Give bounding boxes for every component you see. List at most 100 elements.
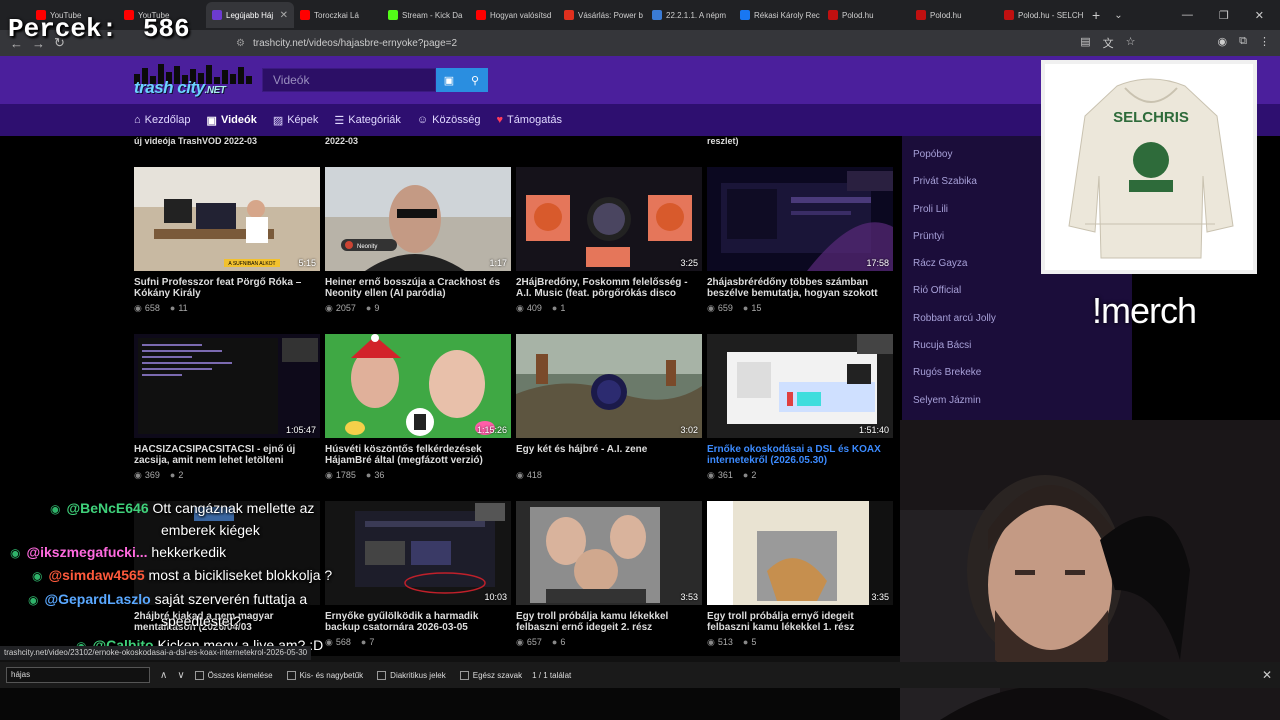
sidebar-item[interactable]: Rácz Gayza: [913, 257, 996, 284]
video-card[interactable]: 3:53 Egy troll próbálja kamu lékekkel fel…: [516, 501, 702, 648]
video-thumbnail[interactable]: 17:58: [707, 167, 893, 271]
video-title[interactable]: Ernyőke gyűlölködik a harmadik backup cs…: [325, 611, 511, 633]
eye-icon: ◉: [134, 303, 142, 313]
browser-tab[interactable]: Hogyan valósítsd: [470, 2, 558, 28]
nav-item[interactable]: ♥ Támogatás: [496, 114, 562, 126]
nav-item[interactable]: ⌂ Kezdőlap: [134, 114, 191, 126]
maximize-icon[interactable]: ❐: [1219, 9, 1229, 22]
video-thumbnail[interactable]: 3:53: [516, 501, 702, 605]
sidebar-item[interactable]: Proli Lili: [913, 203, 996, 230]
video-card[interactable]: 1:15:26 Húsvéti köszöntős felkérdezések H…: [325, 334, 511, 481]
video-thumbnail[interactable]: 10:03: [325, 501, 511, 605]
find-option[interactable]: Kis- és nagybetűk: [286, 670, 363, 680]
video-thumbnail[interactable]: 1:05:47: [134, 334, 320, 438]
nav-item[interactable]: ▨ Képek: [273, 114, 319, 127]
nav-item[interactable]: ☰ Kategóriák: [334, 114, 400, 127]
find-option[interactable]: Diakritikus jelek: [377, 670, 446, 680]
video-thumbnail[interactable]: 3:35: [707, 501, 893, 605]
video-card[interactable]: 17:58 2hájasbrérédőny többes számban besz…: [707, 167, 893, 314]
video-title[interactable]: Egy troll próbálja kamu lékekkel felbasz…: [516, 611, 702, 633]
video-card-partial[interactable]: reszlet): [707, 136, 893, 146]
video-card[interactable]: 3:02 Egy két és hájbré - A.I. zene ◉ 418: [516, 334, 702, 481]
video-title[interactable]: Sufni Professzor feat Pörgő Róka – Kókán…: [134, 277, 320, 299]
sidebar-item[interactable]: Rugós Brekeke: [913, 366, 996, 393]
close-window-icon[interactable]: ✕: [1255, 9, 1264, 22]
checkbox[interactable]: [459, 670, 469, 680]
tab-search-icon[interactable]: ⌄: [1114, 10, 1122, 21]
counter-label: Percek:: [8, 14, 118, 44]
new-tab-icon[interactable]: +: [1092, 7, 1100, 23]
video-thumbnail[interactable]: 3:25: [516, 167, 702, 271]
find-close-icon[interactable]: ✕: [1262, 668, 1272, 682]
video-title[interactable]: Egy két és hájbré - A.I. zene: [516, 444, 702, 466]
checkbox[interactable]: [377, 670, 387, 680]
sidebar-item[interactable]: Privát Szabika: [913, 175, 996, 202]
bookmark-star-icon[interactable]: ☆: [1126, 35, 1136, 51]
nav-item[interactable]: ☺ Közösség: [417, 114, 481, 126]
video-thumbnail[interactable]: 3:02: [516, 334, 702, 438]
video-title[interactable]: Húsvéti köszöntős felkérdezések HájamBré…: [325, 444, 511, 466]
video-title[interactable]: 2hájasbrérédőny többes számban beszélve …: [707, 277, 893, 299]
site-info-icon[interactable]: ⚙: [236, 38, 245, 49]
video-card[interactable]: 1:05:47 HACSIZACSIPACSITACSI - ejnő új za…: [134, 334, 320, 481]
video-thumbnail[interactable]: A SUFNIBAN ALKOT 5:15: [134, 167, 320, 271]
translate-icon[interactable]: 文: [1103, 35, 1114, 51]
video-title[interactable]: 2HájBredőny, Foskomm felelősség - A.I. M…: [516, 277, 702, 299]
menu-icon[interactable]: ⋮: [1259, 35, 1270, 51]
find-option[interactable]: Egész szavak: [459, 670, 522, 680]
video-card[interactable]: 10:03 Ernyőke gyűlölködik a harmadik back…: [325, 501, 511, 648]
url-field[interactable]: ⚙ trashcity.net/videos/hajasbre-ernyoke?…: [236, 38, 457, 49]
extensions-icon[interactable]: ⧉: [1239, 35, 1247, 51]
browser-tab[interactable]: Rékasi Károly Rec: [734, 2, 822, 28]
video-card-partial[interactable]: új videója TrashVOD 2022-03: [134, 136, 320, 146]
find-option[interactable]: Összes kiemelése: [194, 670, 273, 680]
minimize-icon[interactable]: —: [1182, 9, 1193, 22]
profile-icon[interactable]: ◉: [1218, 35, 1228, 51]
video-title[interactable]: HACSIZACSIPACSITACSI - ejnő új zacsija, …: [134, 444, 320, 466]
sidebar-item[interactable]: Robbant arcú Jolly: [913, 312, 996, 339]
search-button[interactable]: ⚲: [462, 68, 488, 92]
nav-item[interactable]: ▣ Videók: [207, 114, 257, 127]
checkbox[interactable]: [286, 670, 296, 680]
comment-count: 15: [751, 303, 762, 313]
video-title[interactable]: Ernőke okoskodásai a DSL és KOAX interne…: [707, 444, 893, 466]
video-duration: 3:53: [680, 592, 698, 602]
browser-tab[interactable]: Toroczkai Lá: [294, 2, 382, 28]
sidebar-item[interactable]: Prüntyi: [913, 230, 996, 257]
sidebar-item[interactable]: Rucuja Bácsi: [913, 339, 996, 366]
browser-tab[interactable]: Polod.hu: [822, 2, 910, 28]
find-input[interactable]: hájas: [6, 667, 150, 683]
video-title[interactable]: Heiner ernő bosszúja a Crackhost és Neon…: [325, 277, 511, 299]
browser-tab[interactable]: 22.2.1.1. A népm: [646, 2, 734, 28]
sidebar-item[interactable]: Rió Official: [913, 284, 996, 311]
search-options-button[interactable]: ▣: [436, 68, 462, 92]
checkbox[interactable]: [194, 670, 204, 680]
video-title[interactable]: Egy troll próbálja ernyő idegeit felbasz…: [707, 611, 893, 633]
find-next-icon[interactable]: ∨: [177, 670, 184, 681]
reader-icon[interactable]: ▤: [1080, 35, 1090, 51]
video-card[interactable]: A SUFNIBAN ALKOT 5:15 Sufni Professzor fea…: [134, 167, 320, 314]
video-card[interactable]: Neonity 1:17 Heiner ernő bosszúja a Crackh…: [325, 167, 511, 314]
video-thumbnail[interactable]: 1:15:26: [325, 334, 511, 438]
video-thumbnail[interactable]: 1:51:40: [707, 334, 893, 438]
find-prev-icon[interactable]: ∧: [160, 670, 167, 681]
search-input[interactable]: Videók: [262, 68, 436, 92]
video-card-partial[interactable]: 2022-03: [325, 136, 511, 146]
browser-tab[interactable]: Vásárlás: Power b: [558, 2, 646, 28]
video-thumbnail[interactable]: Neonity 1:17: [325, 167, 511, 271]
sidebar-item[interactable]: Popóboy: [913, 148, 996, 175]
browser-tab[interactable]: Polod.hu - SELCH: [998, 2, 1086, 28]
tab-close-icon[interactable]: ✕: [280, 10, 288, 21]
video-card[interactable]: 3:35 Egy troll próbálja ernyő idegeit fel…: [707, 501, 893, 648]
browser-tab[interactable]: Legújabb Háj ✕: [206, 2, 294, 28]
tab-favicon-icon: [564, 10, 574, 20]
browser-tab[interactable]: Polod.hu: [910, 2, 998, 28]
chat-message: emberek kiégek: [161, 522, 260, 538]
browser-tab[interactable]: Stream - Kick Da: [382, 2, 470, 28]
video-card[interactable]: 3:25 2HájBredőny, Foskomm felelősség - A.…: [516, 167, 702, 314]
views: ◉ 361: [707, 470, 733, 481]
site-logo[interactable]: trash city.NET: [134, 64, 256, 97]
screen: YouTube YouTube Legújabb Háj ✕ Toroczkai Lá S…: [0, 0, 1280, 720]
video-card[interactable]: 1:51:40 Ernőke okoskodásai a DSL és KOAX …: [707, 334, 893, 481]
sidebar-item[interactable]: Selyem Jázmin: [913, 394, 996, 421]
